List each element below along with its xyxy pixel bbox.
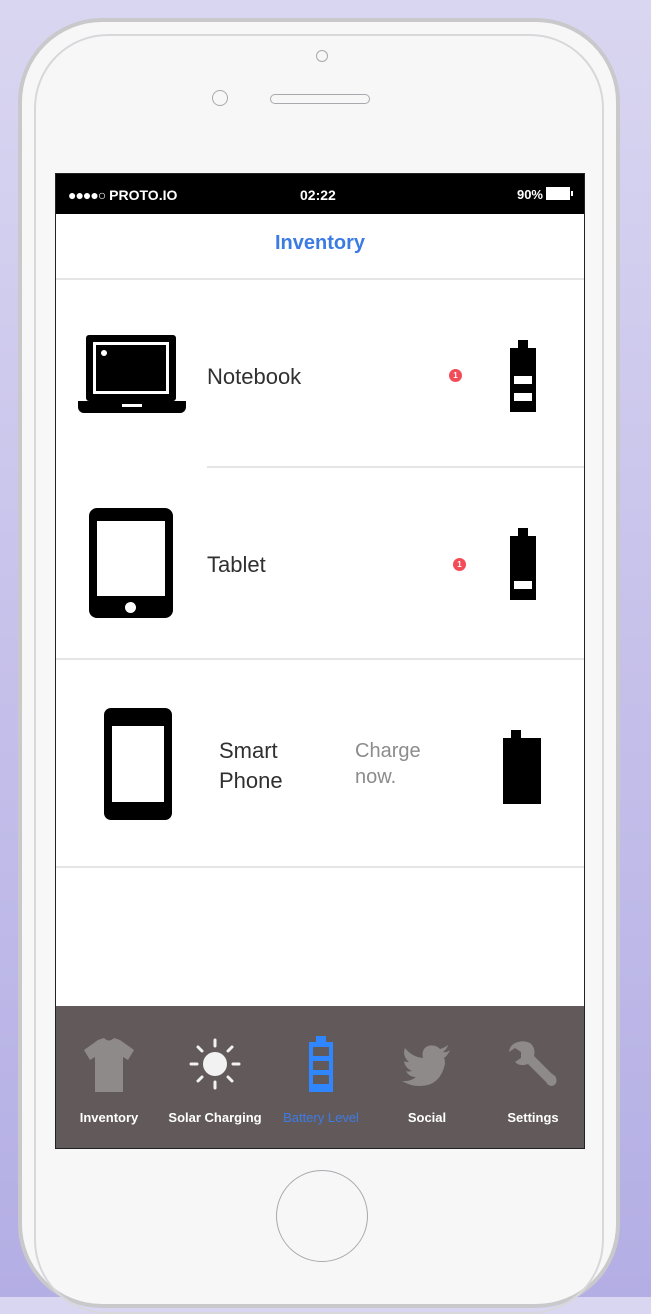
battery-percent: 90%: [516, 187, 543, 202]
tab-inventory[interactable]: Inventory: [56, 1006, 162, 1148]
battery-level-icon: [503, 730, 541, 804]
charge-note-line: now.: [355, 766, 397, 788]
divider: [56, 866, 584, 868]
device-name: Notebook: [207, 364, 302, 389]
wrench-icon: [509, 1041, 557, 1086]
battery-level-icon: [510, 528, 536, 600]
tab-social[interactable]: Social: [374, 1006, 480, 1148]
tshirt-icon: [84, 1038, 134, 1092]
device-name-line: Phone: [219, 768, 283, 793]
status-time: 02:22: [300, 187, 336, 203]
carrier: ●●●●○ PROTO.IO: [68, 187, 177, 203]
tab-label: Social: [407, 1110, 447, 1125]
bird-icon: [402, 1045, 450, 1086]
tab-label: Inventory: [79, 1110, 139, 1125]
list-item-smart-phone[interactable]: Smart Phone Charge now.: [56, 660, 584, 866]
tab-solar-charging[interactable]: Solar Charging: [162, 1006, 268, 1148]
notification-badge: 1: [449, 369, 462, 382]
front-camera: [316, 50, 328, 62]
tab-bar: Inventory Solar Charging Battery Level S…: [56, 1006, 584, 1148]
app-screen: ●●●●○ PROTO.IO 02:22 90% Inventory Noteb…: [55, 173, 585, 1149]
list-item-tablet[interactable]: Tablet 1: [56, 468, 584, 658]
battery-level-icon: [510, 340, 536, 412]
notification-badge: 1: [453, 558, 466, 571]
list-item-notebook[interactable]: Notebook 1: [56, 280, 584, 468]
charge-note: Charge now.: [355, 738, 421, 790]
status-battery-icon: [546, 187, 573, 200]
tab-settings[interactable]: Settings: [480, 1006, 584, 1148]
charge-note-line: Charge: [355, 740, 421, 762]
device-name-line: Smart: [219, 738, 278, 763]
earpiece-speaker: [270, 94, 370, 104]
page-title: Inventory: [274, 232, 366, 254]
signal-strength-icon: ●●●●○: [68, 187, 106, 203]
home-button[interactable]: [276, 1170, 368, 1262]
proximity-sensor: [212, 90, 228, 106]
status-bar: ●●●●○ PROTO.IO 02:22 90%: [56, 174, 584, 214]
tab-battery-level[interactable]: Battery Level: [268, 1006, 374, 1148]
tab-label: Battery Level: [283, 1110, 359, 1125]
battery-icon: [309, 1036, 333, 1092]
tab-label: Settings: [507, 1110, 559, 1125]
tab-label: Solar Charging: [168, 1110, 262, 1125]
device-name: Smart Phone: [219, 736, 283, 796]
carrier-name: PROTO.IO: [109, 187, 178, 203]
nav-bar: Inventory: [56, 214, 584, 280]
sun-icon: [189, 1038, 241, 1090]
device-name: Tablet: [207, 552, 266, 577]
